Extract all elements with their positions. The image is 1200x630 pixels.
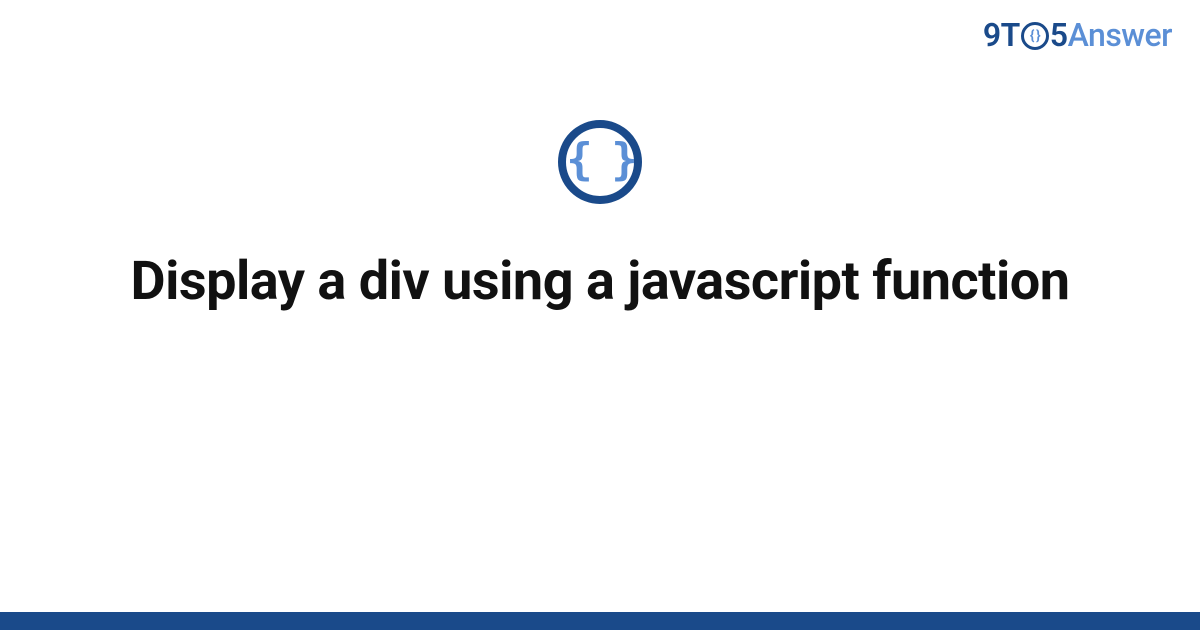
brand-nine: 9 (983, 16, 1001, 54)
bottom-accent-bar (0, 612, 1200, 630)
page-title: Display a div using a javascript functio… (130, 248, 1069, 316)
braces-glyph: { } (566, 138, 633, 182)
content-center: { } Display a div using a javascript fun… (0, 120, 1200, 316)
brand-t: T (1001, 16, 1020, 54)
brand-o-braces: { } (1030, 28, 1040, 44)
code-braces-icon: { } (558, 120, 642, 204)
brand-o-icon: { } (1021, 22, 1049, 50)
brand-answer: Answer (1068, 16, 1172, 54)
brand-logo: 9 T { } 5 Answer (983, 16, 1172, 54)
brand-five: 5 (1050, 16, 1068, 54)
